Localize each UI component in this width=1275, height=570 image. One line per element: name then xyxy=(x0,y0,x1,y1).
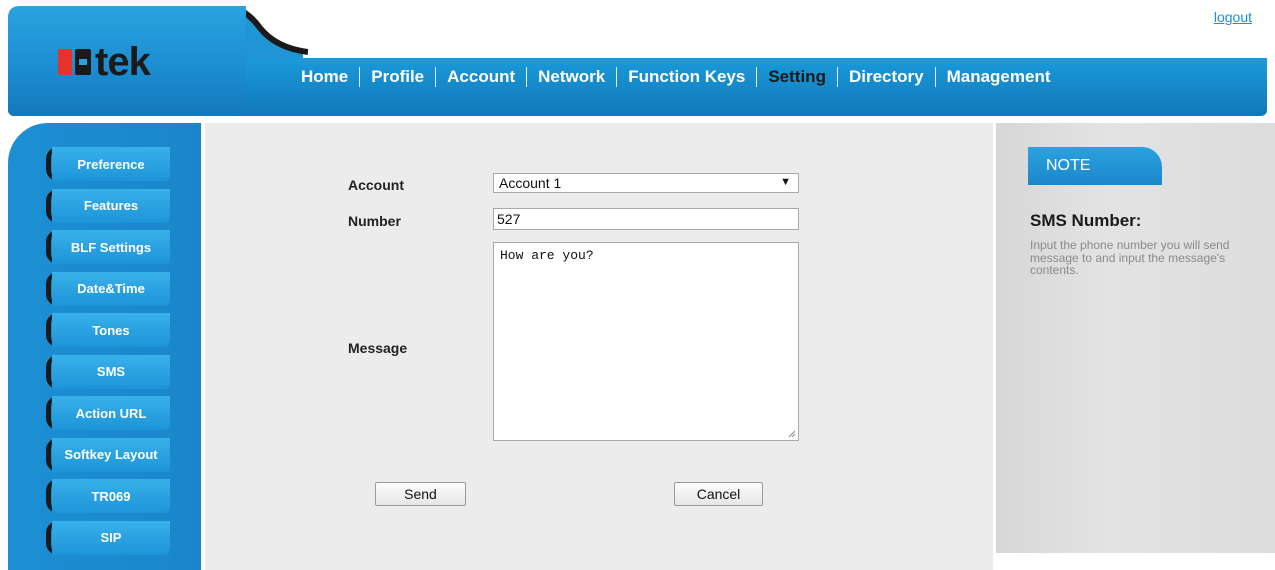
note-body: Input the phone number you will send mes… xyxy=(1030,238,1230,277)
number-label: Number xyxy=(348,213,401,229)
nav-profile[interactable]: Profile xyxy=(360,67,435,87)
settings-sidebar: Preference Features BLF Settings Date&Ti… xyxy=(8,123,201,570)
header: tek Home Profile Account Network Functio… xyxy=(8,6,1267,116)
htek-logo-mark xyxy=(58,49,91,75)
nav-divider xyxy=(359,67,361,87)
cancel-button[interactable]: Cancel xyxy=(674,482,763,506)
sidebar-item-label: Softkey Layout xyxy=(52,437,170,472)
account-select[interactable]: Account 1 ▼ xyxy=(493,173,799,193)
sidebar-item-features[interactable]: Features xyxy=(46,188,170,223)
message-textarea[interactable]: How are you? xyxy=(493,242,799,441)
sidebar-item-label: TR069 xyxy=(52,479,170,513)
sidebar-item-label: Action URL xyxy=(52,396,170,430)
nav-divider xyxy=(934,67,936,87)
main-nav: Home Profile Account Network Function Ke… xyxy=(290,67,1062,87)
message-label: Message xyxy=(348,340,408,356)
nav-divider xyxy=(526,67,528,87)
sms-form-panel: Account Account 1 ▼ Number 527 Message H… xyxy=(205,123,993,570)
sidebar-item-tones[interactable]: Tones xyxy=(46,313,170,347)
nav-divider xyxy=(756,67,758,87)
nav-directory[interactable]: Directory xyxy=(838,67,935,87)
send-button[interactable]: Send xyxy=(375,482,466,506)
sidebar-item-sip[interactable]: SIP xyxy=(46,520,170,555)
sidebar-item-label: SMS xyxy=(52,354,170,389)
sidebar-item-blf-settings[interactable]: BLF Settings xyxy=(46,230,170,264)
nav-management[interactable]: Management xyxy=(936,67,1062,87)
page-corner xyxy=(1205,553,1275,570)
dropdown-arrow-icon: ▼ xyxy=(780,176,791,188)
nav-function-keys[interactable]: Function Keys xyxy=(617,67,756,87)
note-title: SMS Number: xyxy=(1030,211,1142,230)
nav-account[interactable]: Account xyxy=(436,67,526,87)
htek-logo: tek xyxy=(58,40,151,84)
sidebar-item-label: SIP xyxy=(52,520,170,555)
sidebar-item-sms[interactable]: SMS xyxy=(46,354,170,389)
sidebar-item-label: Date&Time xyxy=(52,271,170,306)
account-label: Account xyxy=(348,177,404,193)
nav-home[interactable]: Home xyxy=(290,67,359,87)
nav-divider xyxy=(616,67,618,87)
sidebar-item-label: Preference xyxy=(52,147,170,181)
account-select-value: Account 1 xyxy=(499,175,562,191)
note-badge: NOTE xyxy=(1028,147,1162,185)
sidebar-menu: Preference Features BLF Settings Date&Ti… xyxy=(46,147,170,562)
sidebar-item-tr069[interactable]: TR069 xyxy=(46,479,170,513)
note-panel: NOTE SMS Number: Input the phone number … xyxy=(996,123,1275,553)
nav-divider xyxy=(836,67,838,87)
resize-grip-icon[interactable] xyxy=(788,430,796,438)
message-text: How are you? xyxy=(500,248,594,263)
sidebar-item-date-time[interactable]: Date&Time xyxy=(46,271,170,306)
sidebar-item-label: Tones xyxy=(52,313,170,347)
number-input[interactable]: 527 xyxy=(493,208,799,230)
nav-divider xyxy=(435,67,437,87)
sidebar-item-preference[interactable]: Preference xyxy=(46,147,170,181)
nav-setting[interactable]: Setting xyxy=(757,67,837,87)
sidebar-item-softkey-layout[interactable]: Softkey Layout xyxy=(46,437,170,472)
sidebar-item-label: Features xyxy=(52,188,170,223)
sidebar-item-label: BLF Settings xyxy=(52,230,170,264)
sidebar-item-action-url[interactable]: Action URL xyxy=(46,396,170,430)
htek-logo-text: tek xyxy=(95,40,151,84)
nav-network[interactable]: Network xyxy=(527,67,616,87)
